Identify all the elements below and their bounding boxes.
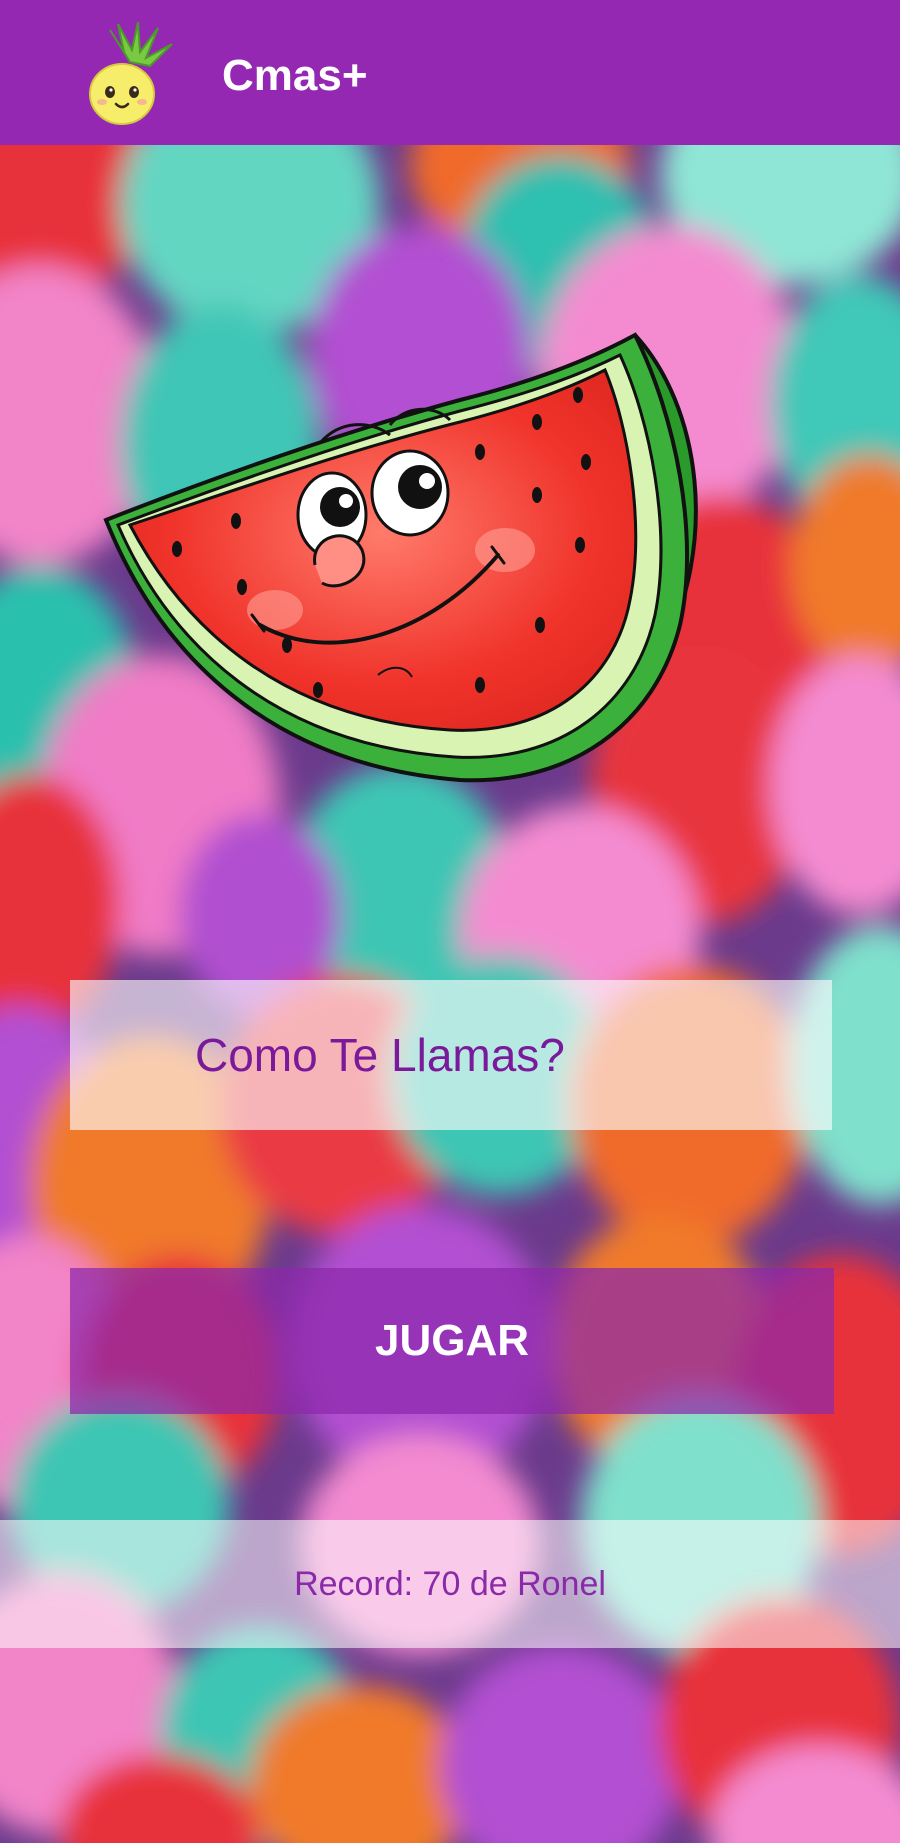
record-text: Record: 70 de Ronel <box>294 1564 606 1603</box>
watermelon-mascot <box>100 325 730 815</box>
play-button[interactable]: JUGAR <box>70 1268 834 1414</box>
name-input[interactable] <box>70 980 832 1130</box>
record-banner: Record: 70 de Ronel <box>0 1520 900 1648</box>
app-bar: Cmas+ <box>0 0 900 145</box>
app-title: Cmas+ <box>222 51 368 100</box>
pineapple-icon <box>80 21 180 127</box>
